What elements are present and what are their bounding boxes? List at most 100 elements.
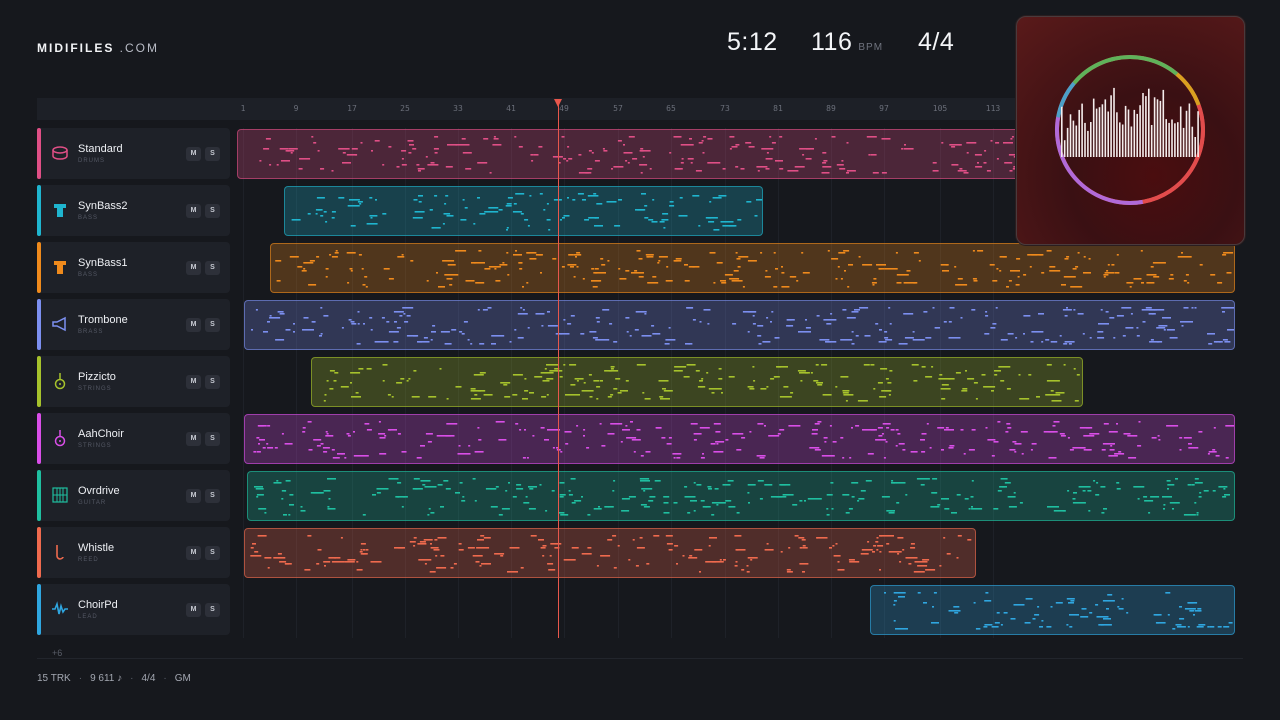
- track-category: LEAD: [78, 614, 98, 620]
- track-category: DRUMS: [78, 158, 105, 164]
- track-name: Trombone: [78, 314, 128, 326]
- track-name: Ovrdrive: [78, 485, 120, 497]
- ruler-tick: 89: [826, 104, 836, 113]
- track-header-ovrdrive[interactable]: Ovrdrive GUITAR M S: [37, 470, 230, 521]
- track-name: SynBass1: [78, 257, 128, 269]
- track-category: REED: [78, 557, 99, 563]
- logo-bold: MIDIFILES: [37, 41, 115, 55]
- track-color-stripe: [37, 128, 41, 179]
- track-color-stripe: [37, 584, 41, 635]
- track-color-stripe: [37, 242, 41, 293]
- midi-clip-standard[interactable]: [237, 129, 1050, 179]
- midi-clip-synbass2[interactable]: [284, 186, 763, 236]
- midi-clip-choirpd[interactable]: [870, 585, 1235, 635]
- track-name: Whistle: [78, 542, 115, 554]
- track-header-whistle[interactable]: Whistle REED M S: [37, 527, 230, 578]
- playhead-handle[interactable]: [554, 99, 562, 107]
- solo-button[interactable]: S: [205, 375, 220, 389]
- track-color-stripe: [37, 470, 41, 521]
- tempo-value: 116: [811, 28, 853, 56]
- track-category: STRINGS: [78, 443, 112, 449]
- midi-clip-ovrdrive[interactable]: [247, 471, 1235, 521]
- midi-clip-aahchoir[interactable]: [244, 414, 1235, 464]
- mute-button[interactable]: M: [186, 432, 201, 446]
- track-header-pizzicto[interactable]: Pizzicto STRINGS M S: [37, 356, 230, 407]
- solo-button[interactable]: S: [205, 546, 220, 560]
- song-duration-value: 5:12: [727, 28, 778, 56]
- solo-button[interactable]: S: [205, 489, 220, 503]
- violin-icon: [51, 429, 69, 447]
- midi-clip-trombone[interactable]: [244, 300, 1235, 350]
- visualizer-graphic: [1054, 55, 1205, 206]
- solo-button[interactable]: S: [205, 318, 220, 332]
- track-category: BRASS: [78, 329, 104, 335]
- track-name: Standard: [78, 143, 123, 155]
- clip-notes: [253, 421, 1234, 459]
- ruler-tick: 57: [613, 104, 623, 113]
- midi-clip-synbass1[interactable]: [270, 243, 1235, 293]
- track-header-synbass2[interactable]: SynBass2 BASS M S: [37, 185, 230, 236]
- mute-button[interactable]: M: [186, 603, 201, 617]
- clip-notes: [251, 307, 1234, 345]
- ruler-tick: 65: [666, 104, 676, 113]
- ruler-tick: 73: [720, 104, 730, 113]
- more-tracks-indicator[interactable]: +6: [52, 648, 62, 658]
- ruler-tick: 17: [347, 104, 357, 113]
- reed-icon: [51, 543, 69, 561]
- ruler-tick: 25: [400, 104, 410, 113]
- ruler-tick: 97: [879, 104, 889, 113]
- track-header-choirpd[interactable]: ChoirPd LEAD M S: [37, 584, 230, 635]
- clip-notes: [323, 364, 1080, 402]
- footer-stats: 15 TRK · 9 611 ♪ · 4/4 · GM: [37, 673, 191, 684]
- mute-button[interactable]: M: [186, 375, 201, 389]
- solo-button[interactable]: S: [205, 432, 220, 446]
- logo-domain: .COM: [114, 41, 160, 55]
- ruler-tick: 33: [453, 104, 463, 113]
- track-header-trombone[interactable]: Trombone BRASS M S: [37, 299, 230, 350]
- midi-clip-pizzicto[interactable]: [311, 357, 1083, 407]
- mute-button[interactable]: M: [186, 261, 201, 275]
- mute-button[interactable]: M: [186, 318, 201, 332]
- time-signature-value: 4/4: [918, 28, 955, 56]
- tempo-display[interactable]: 116 BPM: [811, 28, 883, 57]
- track-color-stripe: [37, 185, 41, 236]
- ruler-tick: 41: [506, 104, 516, 113]
- solo-button[interactable]: S: [205, 603, 220, 617]
- mute-button[interactable]: M: [186, 489, 201, 503]
- midi-clip-whistle[interactable]: [244, 528, 976, 578]
- mute-button[interactable]: M: [186, 204, 201, 218]
- ruler-tick: 113: [985, 104, 1001, 113]
- track-name: Pizzicto: [78, 371, 116, 383]
- violin-icon: [51, 372, 69, 390]
- note-count: 9 611 ♪: [90, 673, 123, 684]
- ruler-tick: 81: [773, 104, 783, 113]
- mute-button[interactable]: M: [186, 147, 201, 161]
- track-header-aahchoir[interactable]: AahChoir STRINGS M S: [37, 413, 230, 464]
- track-name: AahChoir: [78, 428, 124, 440]
- track-category: BASS: [78, 272, 99, 278]
- track-header-synbass1[interactable]: SynBass1 BASS M S: [37, 242, 230, 293]
- solo-button[interactable]: S: [205, 261, 220, 275]
- wave-icon: [51, 600, 69, 618]
- tempo-unit: BPM: [858, 42, 884, 53]
- solo-button[interactable]: S: [205, 204, 220, 218]
- clip-notes: [275, 250, 1234, 288]
- bass-icon: [51, 258, 69, 276]
- drum-icon: [51, 144, 69, 162]
- track-category: GUITAR: [78, 500, 107, 506]
- horn-icon: [51, 315, 69, 333]
- time-signature[interactable]: 4/4: [918, 28, 954, 57]
- ruler-tick: 105: [932, 104, 948, 113]
- track-header-standard[interactable]: Standard DRUMS M S: [37, 128, 230, 179]
- track-count: 15 TRK: [37, 673, 71, 684]
- solo-button[interactable]: S: [205, 147, 220, 161]
- audio-visualizer: [1016, 16, 1245, 245]
- footer-divider: [37, 658, 1243, 659]
- clip-notes: [291, 193, 762, 231]
- playhead[interactable]: [558, 100, 559, 638]
- footer-meter: 4/4: [141, 673, 156, 684]
- mute-button[interactable]: M: [186, 546, 201, 560]
- track-category: STRINGS: [78, 386, 112, 392]
- song-duration: 5:12: [727, 28, 778, 57]
- ruler-tick: 9: [293, 104, 299, 113]
